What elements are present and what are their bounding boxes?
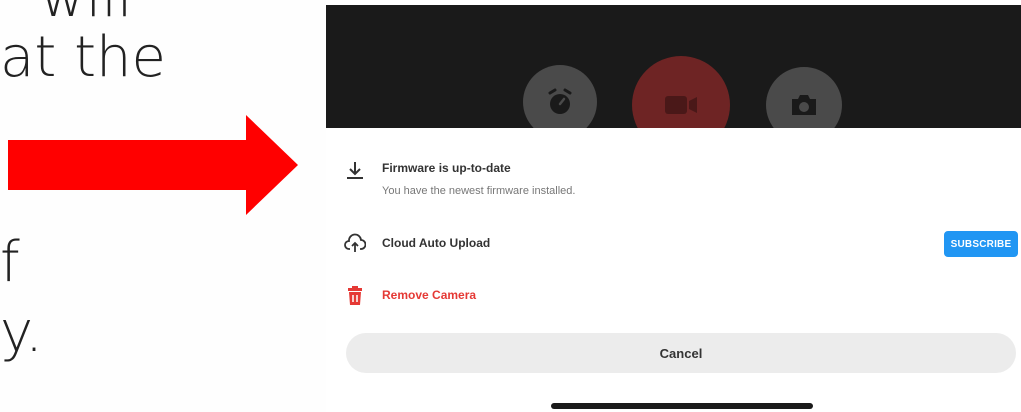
trash-icon bbox=[348, 286, 362, 305]
slide-text-line: y. bbox=[0, 300, 43, 365]
timer-icon bbox=[548, 88, 572, 114]
subscribe-button[interactable]: SUBSCRIBE bbox=[944, 231, 1018, 257]
slide-text-line: f bbox=[0, 230, 20, 295]
slide-text-line: will bbox=[40, 0, 132, 26]
red-arrow-icon bbox=[8, 115, 298, 215]
cloud-auto-upload-label: Cloud Auto Upload bbox=[382, 236, 491, 250]
firmware-subtitle: You have the newest firmware installed. bbox=[382, 185, 576, 197]
cancel-button[interactable]: Cancel bbox=[346, 333, 1016, 373]
camera-controls-bar bbox=[326, 0, 1021, 154]
slide-text-line: at the bbox=[0, 25, 166, 90]
download-icon bbox=[347, 162, 363, 179]
firmware-title: Firmware is up-to-date bbox=[382, 161, 511, 175]
camera-icon bbox=[792, 95, 816, 115]
remove-camera-button[interactable]: Remove Camera bbox=[382, 288, 476, 302]
cloud-upload-icon bbox=[344, 233, 366, 252]
action-sheet: Firmware is up-to-date You have the newe… bbox=[326, 128, 1021, 412]
video-camera-icon bbox=[665, 96, 697, 114]
home-indicator bbox=[551, 403, 813, 409]
phone-screen: Firmware is up-to-date You have the newe… bbox=[326, 0, 1021, 412]
